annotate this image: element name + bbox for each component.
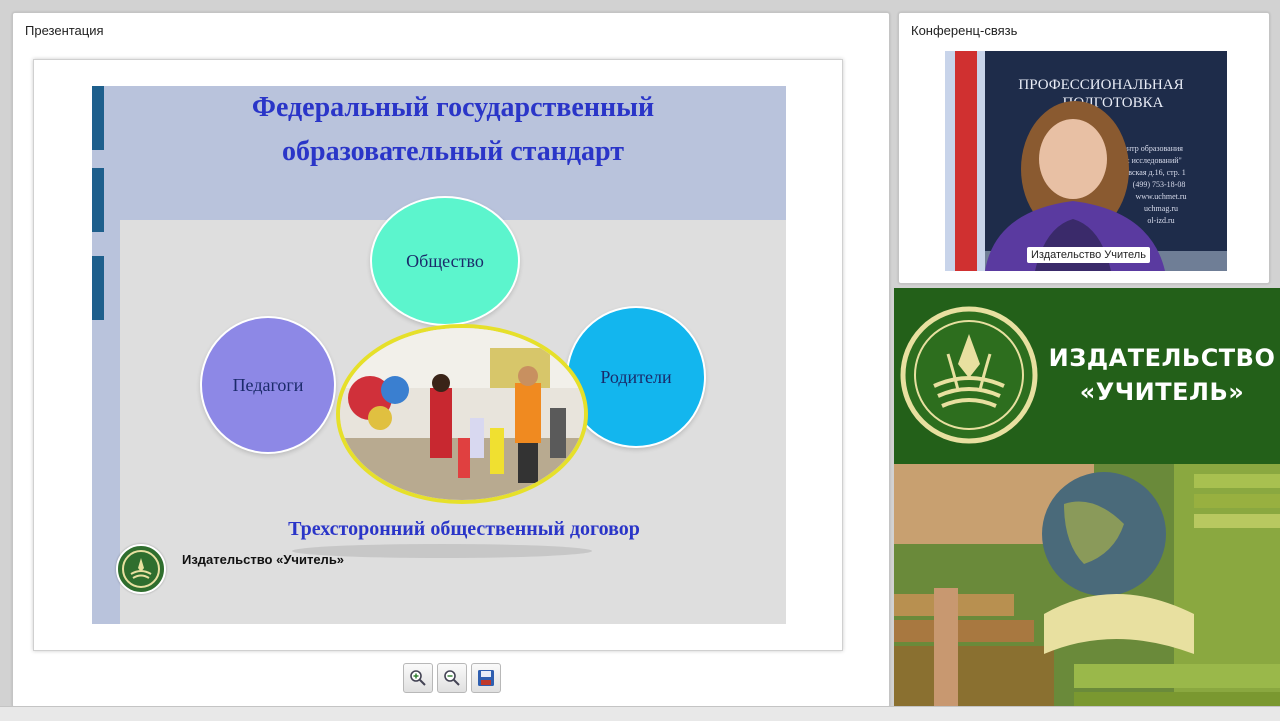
save-button[interactable]: [471, 663, 501, 693]
banner-small-5: uchmag.ru: [1144, 204, 1178, 213]
zoom-out-icon: [444, 670, 460, 686]
slide-title-line1: Федеральный государственный: [251, 92, 655, 123]
zoom-in-button[interactable]: [403, 663, 433, 693]
circle-teachers-label: Педагоги: [232, 374, 304, 395]
presentation-panel: Презентация Федеральный государственный …: [12, 12, 890, 708]
conference-panel: Конференц-связь ПРОФЕССИОНАЛЬНАЯ ПОДГОТО…: [898, 12, 1270, 284]
participant-name-label: Издательство Учитель: [1027, 247, 1150, 263]
banner-small-2: овская д.16, стр. 1: [1124, 168, 1186, 177]
video-feed[interactable]: ПРОФЕССИОНАЛЬНАЯ ПОДГОТОВКА центр образо…: [945, 51, 1227, 271]
floppy-disk-icon: [478, 670, 494, 686]
classroom-photo: [336, 324, 588, 504]
slide-accent-bar: [92, 86, 104, 150]
slide-frame: Федеральный государственный образователь…: [33, 59, 843, 651]
circle-society-label: Общество: [406, 250, 484, 271]
books-globe-image: [894, 464, 1280, 720]
publisher-banner: ИЗДАТЕЛЬСТВО «УЧИТЕЛЬ»: [894, 288, 1280, 720]
presentation-panel-title: Презентация: [25, 23, 104, 38]
slide-publisher-text: Издательство «Учитель»: [182, 552, 345, 567]
slide-caption: Трехсторонний общественный договор: [288, 518, 640, 540]
video-frame: ПРОФЕССИОНАЛЬНАЯ ПОДГОТОВКА центр образо…: [945, 51, 1227, 271]
slide-title-line2: образовательный стандарт: [282, 136, 624, 167]
classroom-photo-image: [340, 328, 584, 500]
slide: Федеральный государственный образователь…: [92, 86, 786, 624]
circle-teachers: Педагоги: [200, 316, 336, 454]
publisher-emblem-icon: [900, 306, 1038, 444]
books-globe-illustration: [894, 464, 1280, 720]
zoom-in-icon: [410, 670, 426, 686]
slide-accent-bar: [92, 168, 104, 232]
brand-line1: ИЗДАТЕЛЬСТВО: [1048, 344, 1276, 372]
circle-parents: Родители: [566, 306, 706, 448]
brand-line2: «УЧИТЕЛЬ»: [1079, 378, 1245, 406]
circle-society: Общество: [370, 196, 520, 326]
banner-small-0: центр образования: [1119, 144, 1183, 153]
banner-small-3: (499) 753-18-08: [1133, 180, 1186, 189]
banner-small-1: ых исследований": [1120, 156, 1182, 165]
zoom-out-button[interactable]: [437, 663, 467, 693]
slide-accent-bar: [92, 256, 104, 320]
conference-panel-title: Конференц-связь: [911, 23, 1018, 38]
circle-parents-label: Родители: [600, 366, 672, 387]
presentation-toolbar: [401, 663, 501, 693]
publisher-logo-icon: [116, 544, 166, 594]
bottom-bar: [0, 706, 1280, 721]
banner-small-4: www.uchmet.ru: [1135, 192, 1186, 201]
publisher-banner-top: ИЗДАТЕЛЬСТВО «УЧИТЕЛЬ»: [894, 288, 1280, 464]
banner-line1: ПРОФЕССИОНАЛЬНАЯ: [1018, 77, 1183, 93]
banner-small-6: ol-izd.ru: [1147, 216, 1174, 225]
